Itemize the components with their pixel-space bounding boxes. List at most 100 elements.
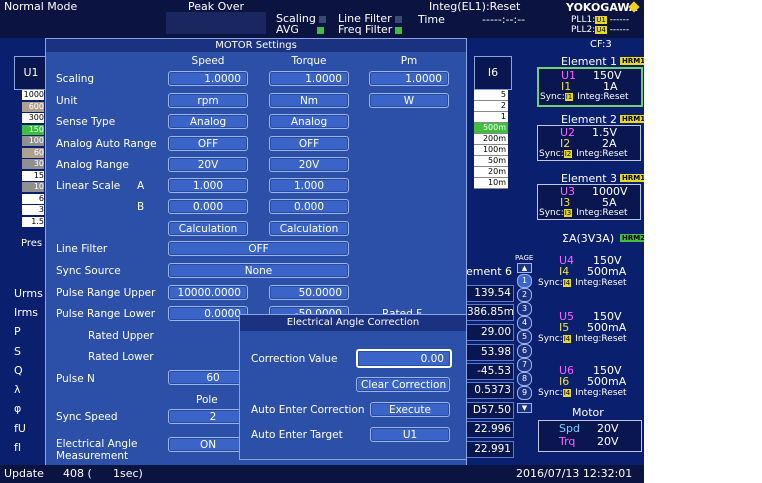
voltage-range-item[interactable]: 30 (22, 159, 44, 169)
torque-unit-field[interactable]: Nm (269, 93, 349, 108)
current-range-item[interactable]: 2 (474, 101, 508, 112)
element-1-panel[interactable]: U1 150V I1 1A Sync:I1 Integ:Reset (537, 67, 643, 107)
speed-pulse-range-lower-field[interactable]: 0.0000 (168, 306, 248, 321)
speed-scaling-field[interactable]: 1.0000 (168, 71, 248, 86)
speed-sense-type-field[interactable]: Analog (168, 114, 248, 129)
torque-linear-b-field[interactable]: 0.000 (269, 199, 349, 214)
sigma-group-2[interactable]: U5 150V I5 500mA Sync:I4 Integ:Reset (537, 306, 641, 352)
element-2-panel[interactable]: U2 1.5V I2 2A Sync:I2 Integ:Reset (537, 125, 641, 161)
torque-scaling-field[interactable]: 1.0000 (269, 71, 349, 86)
voltage-range-item[interactable]: 300 (22, 113, 44, 123)
pll2-value: ------ (609, 25, 630, 35)
sync-status: Sync:I4 Integ:Reset (538, 278, 627, 288)
current-range-item[interactable]: 1 (474, 112, 508, 123)
integ-status: Integ(EL1):Reset (429, 0, 521, 13)
motor-dialog-title: MOTOR Settings (46, 39, 466, 52)
sigma-title: ΣA(3V3A) (562, 232, 615, 245)
voltage-range-item[interactable]: 600 (22, 101, 44, 112)
element6-value: 386.85m (466, 304, 514, 321)
page-button-8[interactable]: 8 (517, 372, 532, 386)
spd-label: Spd (559, 422, 580, 435)
pm-scaling-field[interactable]: 1.0000 (369, 71, 449, 86)
element-hrm-badge: HRM1 (620, 57, 644, 65)
pll1-status: PLL1:U1 ------ (571, 15, 629, 25)
scaling-status-dot (318, 15, 326, 23)
voltage-range-item[interactable]: 6 (22, 193, 44, 204)
element6-value: 22.991 (466, 441, 514, 458)
pulse-range-upper-label: Pulse Range Upper (56, 287, 156, 299)
correction-value-field[interactable]: 0.00 (356, 349, 452, 368)
pm-column-header: Pm (400, 55, 418, 67)
current-range-item[interactable]: 20m (474, 167, 508, 178)
page-button-3[interactable]: 3 (517, 302, 532, 316)
current-range-list: 5 2 1 500m 200m 100m 50m 20m 10m (474, 90, 508, 200)
execute-button[interactable]: Execute (370, 402, 450, 417)
speed-linear-a-field[interactable]: 1.000 (168, 178, 248, 193)
torque-analog-range-field[interactable]: 20V (269, 157, 349, 172)
voltage-range-item[interactable]: 3 (22, 205, 44, 215)
page-up-button[interactable]: ▲ (517, 263, 532, 273)
integ-status: Integ:Reset (575, 388, 627, 398)
sync-source-field[interactable]: None (168, 263, 349, 278)
i6-range-header[interactable]: I6 (474, 56, 512, 90)
sense-type-label: Sense Type (56, 116, 116, 128)
page-button-5[interactable]: 5 (517, 330, 532, 344)
page-button-7[interactable]: 7 (517, 358, 532, 372)
motor-panel[interactable]: Spd 20V Trq 20V (538, 420, 642, 452)
sigma-group-3[interactable]: U6 150V I6 500mA Sync:I4 Integ:Reset (537, 360, 641, 406)
page-button-2[interactable]: 2 (517, 288, 532, 302)
pm-unit-field[interactable]: W (369, 93, 449, 108)
sync-tag: I4 (562, 279, 572, 287)
torque-linear-a-field[interactable]: 1.000 (269, 178, 349, 193)
speed-unit-field[interactable]: rpm (168, 93, 248, 108)
voltage-range-item[interactable]: 15 (22, 170, 44, 181)
voltage-range-item[interactable]: 60 (22, 147, 44, 158)
torque-sense-type-field[interactable]: Analog (269, 114, 349, 129)
auto-enter-target-field[interactable]: U1 (370, 427, 450, 442)
current-range-item[interactable]: 100m (474, 145, 508, 156)
current-range-item[interactable]: 50m (474, 156, 508, 167)
current-range-item[interactable]: 10m (474, 178, 508, 189)
page-button-4[interactable]: 4 (517, 316, 532, 330)
elec-dialog-title: Electrical Angle Correction (240, 315, 466, 331)
current-tag: I5 (559, 321, 570, 334)
torque-analog-auto-range-field[interactable]: OFF (269, 136, 349, 151)
sync-status: Sync:I4 Integ:Reset (538, 334, 627, 344)
u1-range-header[interactable]: U1 (14, 56, 48, 90)
pulse-range-lower-label: Pulse Range Lower (56, 308, 156, 320)
clear-correction-button[interactable]: Clear Correction (356, 377, 450, 392)
torque-pulse-range-upper-field[interactable]: 50.0000 (269, 285, 349, 300)
top-status-bar: Normal Mode Peak Over Scaling AVG Line F… (0, 0, 644, 38)
trq-value: 20V (597, 435, 619, 448)
page-button-6[interactable]: 6 (517, 344, 532, 358)
element-hrm-badge: HRM1 (620, 115, 644, 123)
page-button-1[interactable]: 1 (517, 274, 532, 288)
speed-calculation-button[interactable]: Calculation (168, 221, 248, 236)
page-down-button[interactable]: ▼ (517, 403, 532, 413)
electrical-angle-label-line2: Measurement (56, 450, 129, 462)
sync-label: Sync: (540, 92, 565, 102)
speed-pulse-range-upper-field[interactable]: 10000.0000 (168, 285, 248, 300)
voltage-range-item[interactable]: 1000 (22, 90, 44, 100)
torque-calculation-button[interactable]: Calculation (269, 221, 349, 236)
spd-value: 20V (597, 422, 619, 435)
line-filter-field[interactable]: OFF (168, 241, 349, 256)
sigma-group-1[interactable]: U4 150V I4 500mA Sync:I4 Integ:Reset (537, 250, 641, 296)
speed-linear-b-field[interactable]: 0.000 (168, 199, 248, 214)
current-range-item[interactable]: 5 (474, 90, 508, 101)
electrical-angle-field[interactable]: ON (168, 437, 248, 452)
voltage-range-item[interactable]: 100 (22, 136, 44, 146)
current-range-item[interactable]: 200m (474, 134, 508, 145)
element-3-panel[interactable]: U3 1000V I3 5A Sync:I3 Integ:Reset (537, 184, 641, 220)
voltage-range-item[interactable]: 150 (22, 124, 44, 135)
page-button-9[interactable]: 9 (517, 386, 532, 400)
integ-status: Integ:Reset (575, 278, 627, 288)
speed-analog-auto-range-field[interactable]: OFF (168, 136, 248, 151)
pres-label: Pres (21, 238, 43, 249)
avg-label: AVG (276, 23, 299, 36)
voltage-range-item[interactable]: 1.5 (22, 216, 44, 227)
current-range-item[interactable]: 500m (474, 123, 508, 134)
rated-upper-label: Rated Upper (88, 330, 154, 342)
speed-analog-range-field[interactable]: 20V (168, 157, 248, 172)
voltage-range-item[interactable]: 10 (22, 182, 44, 192)
